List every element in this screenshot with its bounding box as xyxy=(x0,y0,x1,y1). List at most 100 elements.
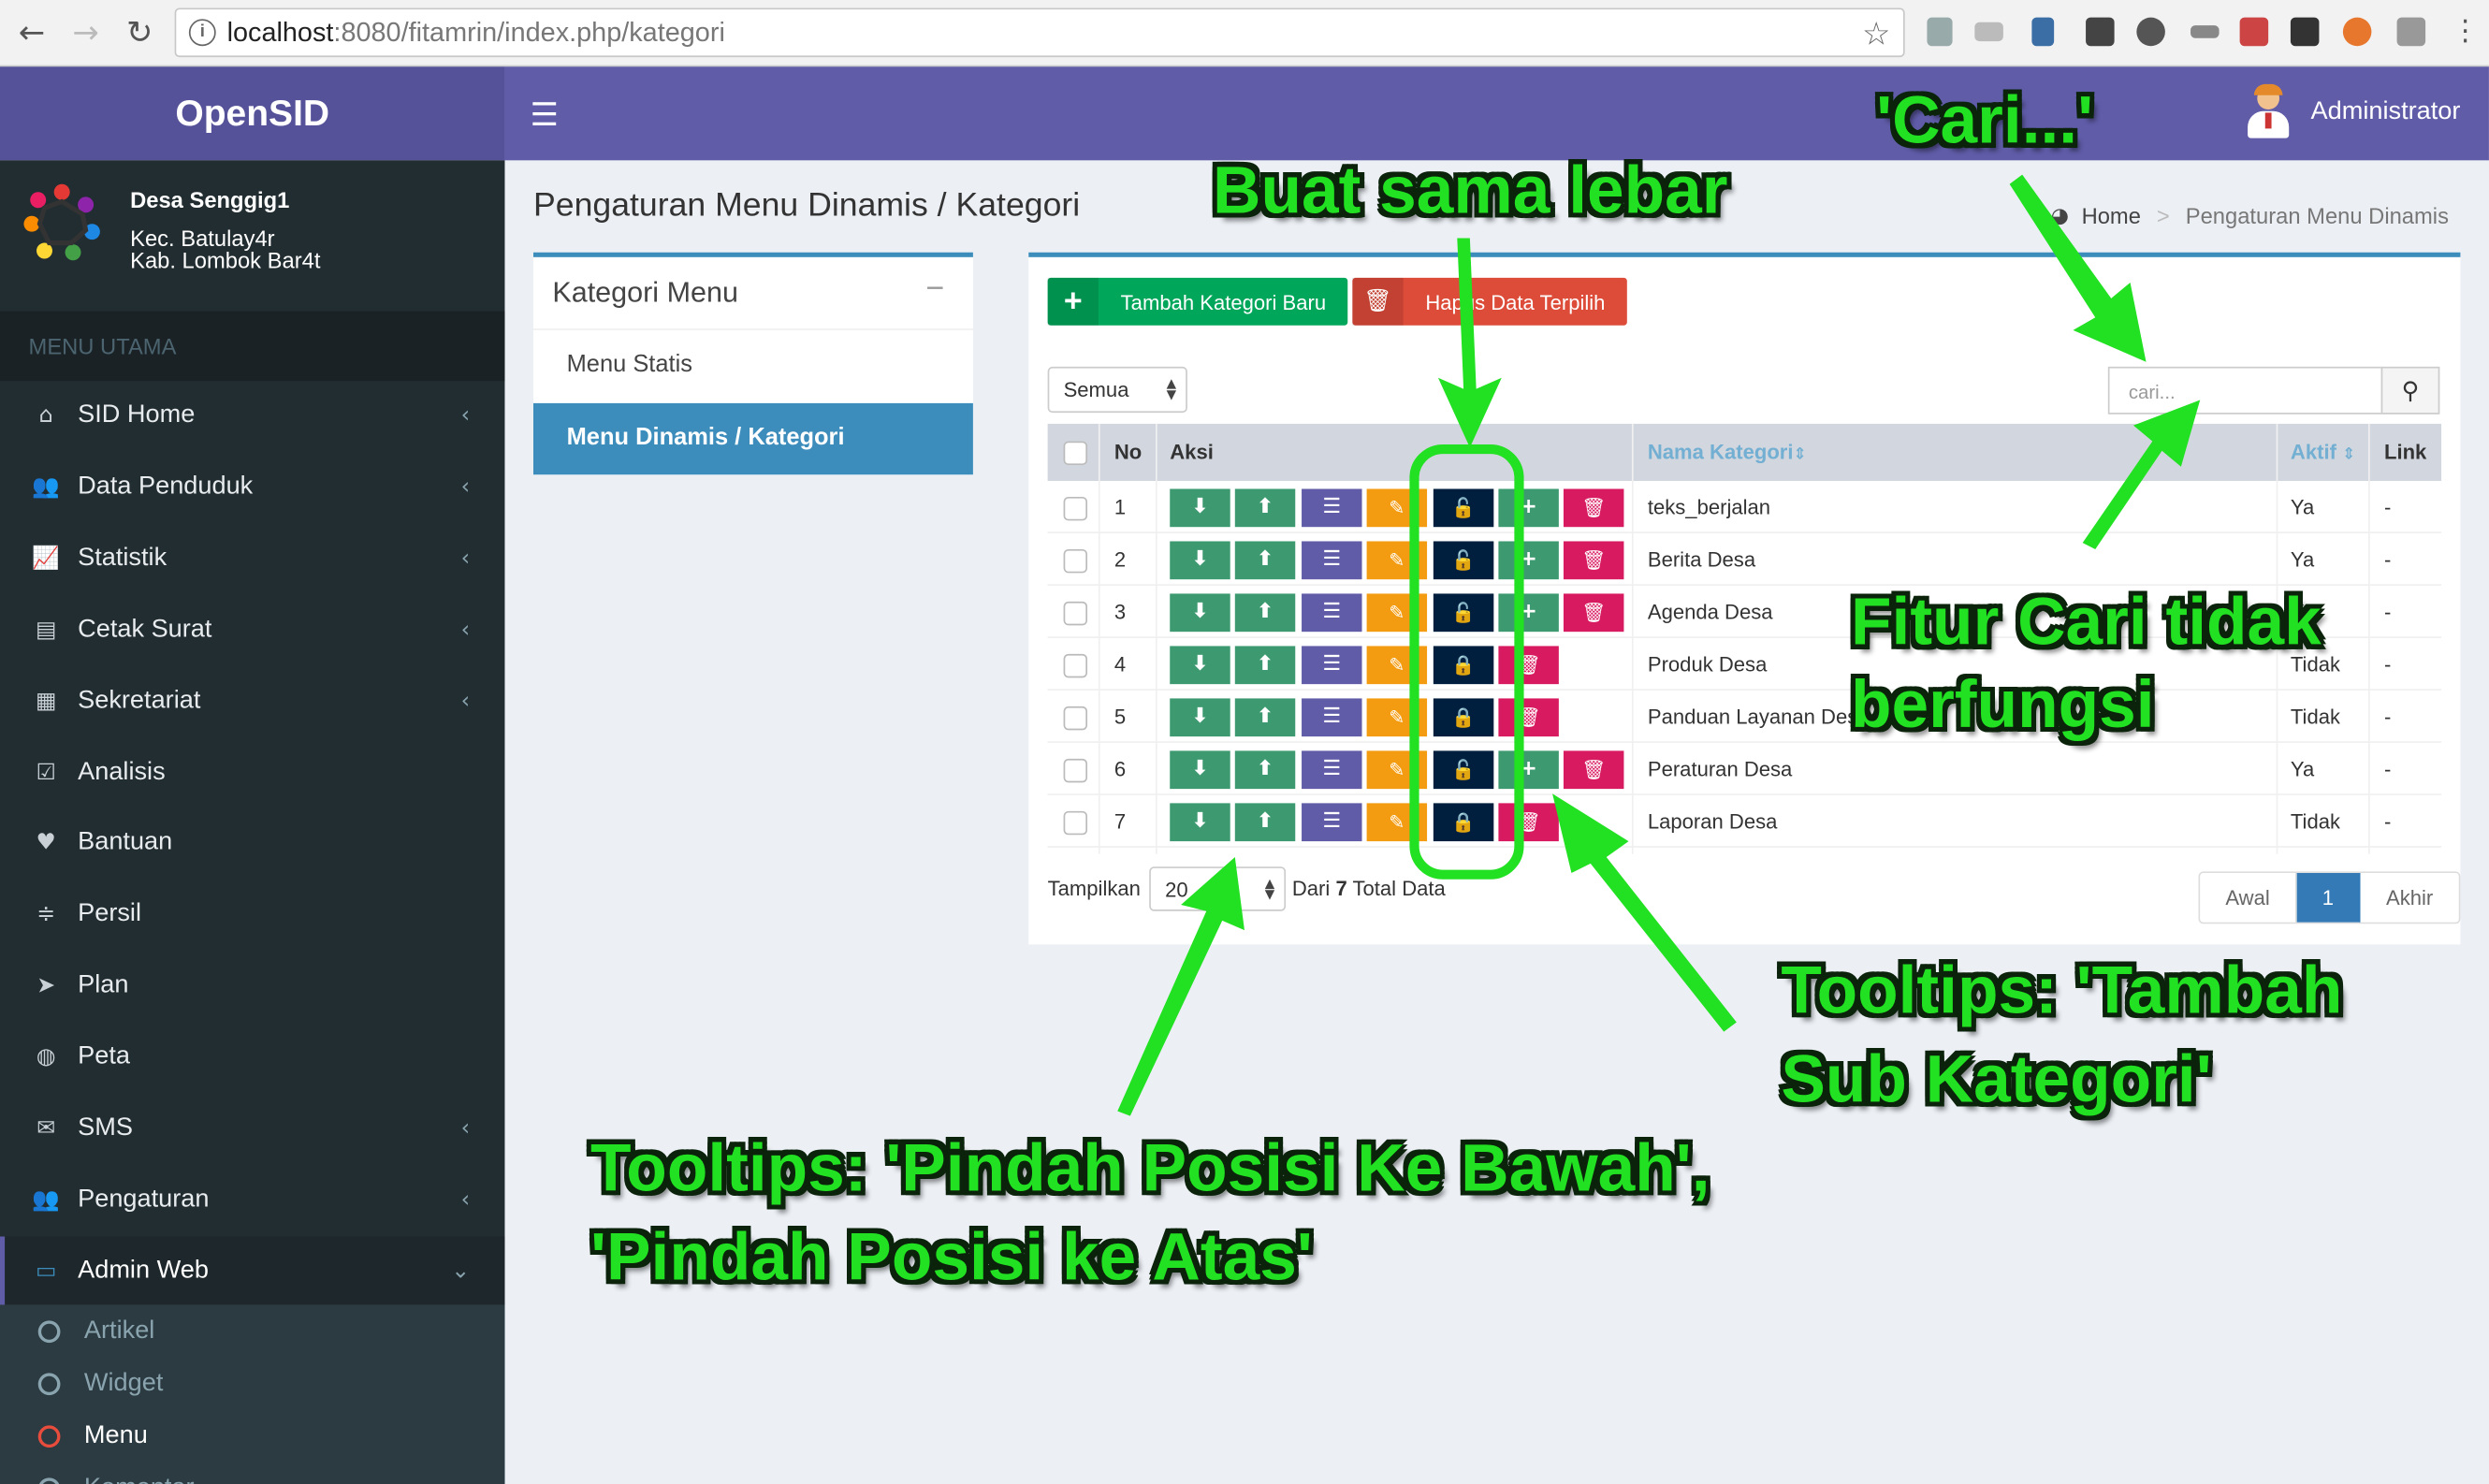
submenu-item-widget[interactable]: Widget xyxy=(0,1357,504,1409)
move-up-button[interactable]: ⬆ xyxy=(1234,803,1296,842)
add-sub-category-button[interactable]: + xyxy=(1498,541,1559,580)
move-up-button[interactable]: ⬆ xyxy=(1234,541,1296,580)
extension-icon[interactable] xyxy=(2342,17,2372,47)
row-checkbox[interactable] xyxy=(1063,810,1088,836)
row-checkbox[interactable] xyxy=(1063,496,1088,521)
add-category-button[interactable]: + Tambah Kategori Baru xyxy=(1047,277,1348,326)
edit-button[interactable]: ✎ xyxy=(1366,646,1428,685)
header-aktif[interactable]: Aktif ⇕ xyxy=(2291,424,2355,481)
sidebar-item-persil[interactable]: ≑ Persil xyxy=(0,880,504,950)
delete-button[interactable]: 🗑 xyxy=(1498,698,1559,737)
page-first[interactable]: Awal xyxy=(2200,873,2297,923)
edit-button[interactable]: ✎ xyxy=(1366,541,1428,580)
search-input[interactable]: cari... xyxy=(2107,366,2383,415)
submenu-item-komentar[interactable]: Komentar xyxy=(0,1462,504,1484)
search-icon[interactable]: ⚲ xyxy=(2380,366,2440,415)
move-down-button[interactable]: ⬇ xyxy=(1170,541,1230,580)
add-sub-category-button[interactable]: + xyxy=(1498,750,1559,790)
row-checkbox[interactable] xyxy=(1063,601,1088,626)
lock-toggle-button[interactable]: 🔓 xyxy=(1433,541,1494,580)
sidebar-item-sid-home[interactable]: ⌂ SID Home ‹ xyxy=(0,381,504,451)
delete-button[interactable]: 🗑 xyxy=(1563,488,1624,528)
submenu-list-button[interactable]: ☰ xyxy=(1302,488,1362,528)
lock-toggle-button[interactable]: 🔓 xyxy=(1433,750,1494,790)
reload-icon[interactable]: ↻ xyxy=(121,13,159,51)
submenu-list-button[interactable]: ☰ xyxy=(1302,803,1362,842)
extension-icon[interactable] xyxy=(2239,17,2269,47)
lock-toggle-button[interactable]: 🔒 xyxy=(1433,698,1494,737)
row-checkbox[interactable] xyxy=(1063,653,1088,678)
move-up-button[interactable]: ⬆ xyxy=(1234,646,1296,685)
menu-statis-link[interactable]: Menu Statis xyxy=(567,351,692,378)
sidebar-item-analisis[interactable]: ☑ Analisis xyxy=(0,737,504,807)
row-checkbox[interactable] xyxy=(1063,548,1088,574)
page-size-select[interactable]: 20 ▲ ▼ xyxy=(1149,866,1287,911)
forward-icon[interactable]: → xyxy=(66,13,105,51)
extension-icon[interactable] xyxy=(2396,17,2426,47)
sidebar-item-bantuan[interactable]: ♥ Bantuan xyxy=(0,808,504,879)
edit-button[interactable]: ✎ xyxy=(1366,698,1428,737)
extension-icon[interactable] xyxy=(1927,17,1953,47)
hamburger-icon[interactable]: ☰ xyxy=(531,95,559,134)
collapse-icon[interactable]: − xyxy=(926,271,945,308)
address-bar[interactable]: i localhost:8080/fitamrin/index.php/kate… xyxy=(174,7,1905,58)
page-current[interactable]: 1 xyxy=(2296,873,2361,923)
move-up-button[interactable]: ⬆ xyxy=(1234,488,1296,528)
submenu-item-artikel[interactable]: Artikel xyxy=(0,1304,504,1357)
delete-button[interactable]: 🗑 xyxy=(1498,803,1559,842)
lock-toggle-button[interactable]: 🔒 xyxy=(1433,803,1494,842)
status-filter-select[interactable]: Semua ▲ ▼ xyxy=(1047,366,1187,414)
menu-icon[interactable]: ⋮ xyxy=(2451,17,2480,47)
page-last[interactable]: Akhir xyxy=(2360,873,2459,923)
extension-icon[interactable] xyxy=(2290,17,2320,47)
move-up-button[interactable]: ⬆ xyxy=(1234,750,1296,790)
extension-icon[interactable] xyxy=(2191,25,2220,38)
header-nama-kategori[interactable]: Nama Kategori⇕ xyxy=(1648,424,1807,481)
extension-icon[interactable] xyxy=(2086,17,2115,47)
extension-icon[interactable] xyxy=(1974,22,2003,42)
sidebar-item-statistik[interactable]: 📈 Statistik ‹ xyxy=(0,523,504,593)
star-icon[interactable]: ☆ xyxy=(1862,14,1890,52)
sidebar-item-admin-web[interactable]: ▭ Admin Web ⌄ xyxy=(0,1236,505,1306)
delete-selected-button[interactable]: 🗑 Hapus Data Terpilih xyxy=(1352,277,1627,326)
submenu-list-button[interactable]: ☰ xyxy=(1302,593,1362,633)
delete-button[interactable]: 🗑 xyxy=(1498,646,1559,685)
move-down-button[interactable]: ⬇ xyxy=(1170,750,1230,790)
lock-toggle-button[interactable]: 🔓 xyxy=(1433,488,1494,528)
brand-logo[interactable]: OpenSID xyxy=(0,66,505,161)
extension-icon[interactable] xyxy=(2031,17,2055,47)
submenu-item-menu[interactable]: Menu xyxy=(0,1409,504,1462)
sidebar-item-pengaturan[interactable]: 👥 Pengaturan ‹ xyxy=(0,1165,504,1235)
delete-button[interactable]: 🗑 xyxy=(1563,593,1624,633)
user-menu[interactable]: Administrator xyxy=(2247,83,2460,138)
submenu-list-button[interactable]: ☰ xyxy=(1302,541,1362,580)
delete-button[interactable]: 🗑 xyxy=(1563,750,1624,790)
breadcrumb-home[interactable]: Home xyxy=(2082,203,2141,228)
edit-button[interactable]: ✎ xyxy=(1366,488,1428,528)
move-up-button[interactable]: ⬆ xyxy=(1234,593,1296,633)
edit-button[interactable]: ✎ xyxy=(1366,803,1428,842)
row-checkbox[interactable] xyxy=(1063,758,1088,783)
lock-toggle-button[interactable]: 🔓 xyxy=(1433,593,1494,633)
sidebar-item-sekretariat[interactable]: ▦ Sekretariat ‹ xyxy=(0,666,504,736)
move-down-button[interactable]: ⬇ xyxy=(1170,593,1230,633)
move-down-button[interactable]: ⬇ xyxy=(1170,803,1230,842)
move-down-button[interactable]: ⬇ xyxy=(1170,698,1230,737)
select-all-checkbox[interactable] xyxy=(1063,441,1088,466)
submenu-list-button[interactable]: ☰ xyxy=(1302,698,1362,737)
sidebar-item-data-penduduk[interactable]: 👥 Data Penduduk ‹ xyxy=(0,452,504,522)
delete-button[interactable]: 🗑 xyxy=(1563,541,1624,580)
move-down-button[interactable]: ⬇ xyxy=(1170,488,1230,528)
sidebar-item-plan[interactable]: ➤ Plan xyxy=(0,951,504,1021)
edit-button[interactable]: ✎ xyxy=(1366,750,1428,790)
move-down-button[interactable]: ⬇ xyxy=(1170,646,1230,685)
info-icon[interactable]: i xyxy=(188,19,216,47)
move-up-button[interactable]: ⬆ xyxy=(1234,698,1296,737)
extension-icon[interactable] xyxy=(2136,17,2165,47)
sidebar-item-sms[interactable]: ✉ SMS ‹ xyxy=(0,1094,504,1164)
lock-toggle-button[interactable]: 🔒 xyxy=(1433,646,1494,685)
menu-dinamis-link[interactable]: Menu Dinamis / Kategori xyxy=(532,402,973,475)
back-icon[interactable]: ← xyxy=(13,13,51,51)
submenu-list-button[interactable]: ☰ xyxy=(1302,646,1362,685)
add-sub-category-button[interactable]: + xyxy=(1498,593,1559,633)
